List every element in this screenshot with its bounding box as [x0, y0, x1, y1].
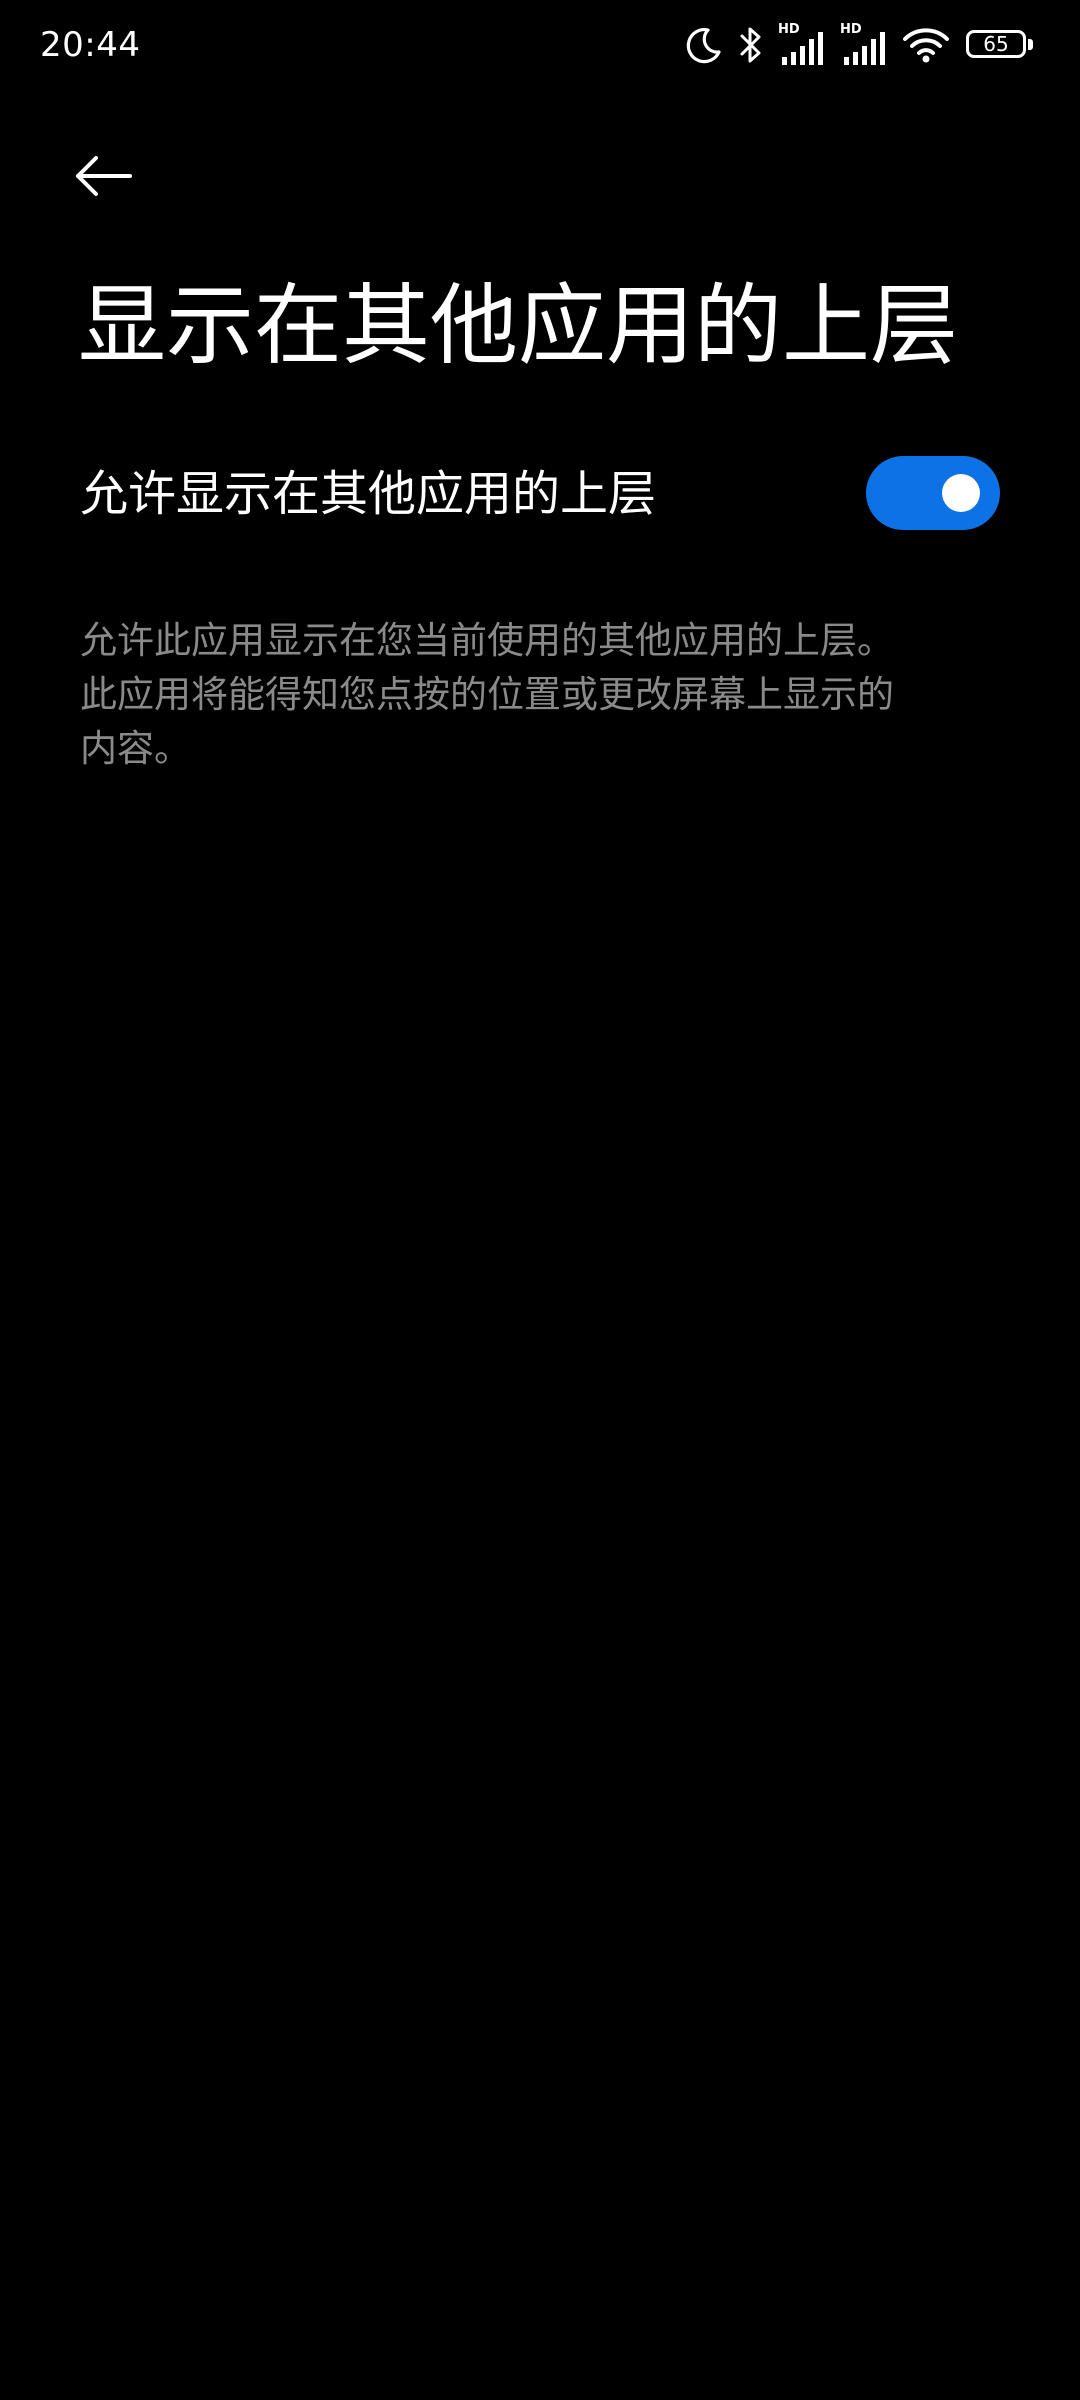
battery-level: 65	[983, 32, 1009, 56]
setting-label: 允许显示在其他应用的上层	[80, 466, 657, 522]
status-time: 20:44	[40, 25, 141, 65]
status-bar: 20:44 HD HD 65	[0, 0, 1080, 90]
hd-signal-icon: HD	[840, 23, 890, 67]
hd-signal-icon: HD	[778, 23, 828, 67]
wifi-icon	[903, 28, 949, 63]
setting-description: 允许此应用显示在您当前使用的其他应用的上层。此应用将能得知您点按的位置或更改屏幕…	[80, 619, 894, 770]
battery-icon: 65	[966, 28, 1036, 62]
bluetooth-icon	[740, 27, 761, 63]
page-title: 显示在其他应用的上层	[78, 274, 959, 377]
arrow-left-icon	[76, 156, 132, 196]
toggle-knob	[942, 474, 980, 512]
status-icons: HD HD 65	[672, 20, 1036, 70]
allow-display-over-apps-row[interactable]: 允许显示在其他应用的上层	[0, 440, 1080, 550]
allow-display-over-apps-toggle[interactable]	[866, 456, 1000, 530]
moon-icon	[686, 27, 721, 64]
back-button[interactable]	[72, 140, 162, 212]
